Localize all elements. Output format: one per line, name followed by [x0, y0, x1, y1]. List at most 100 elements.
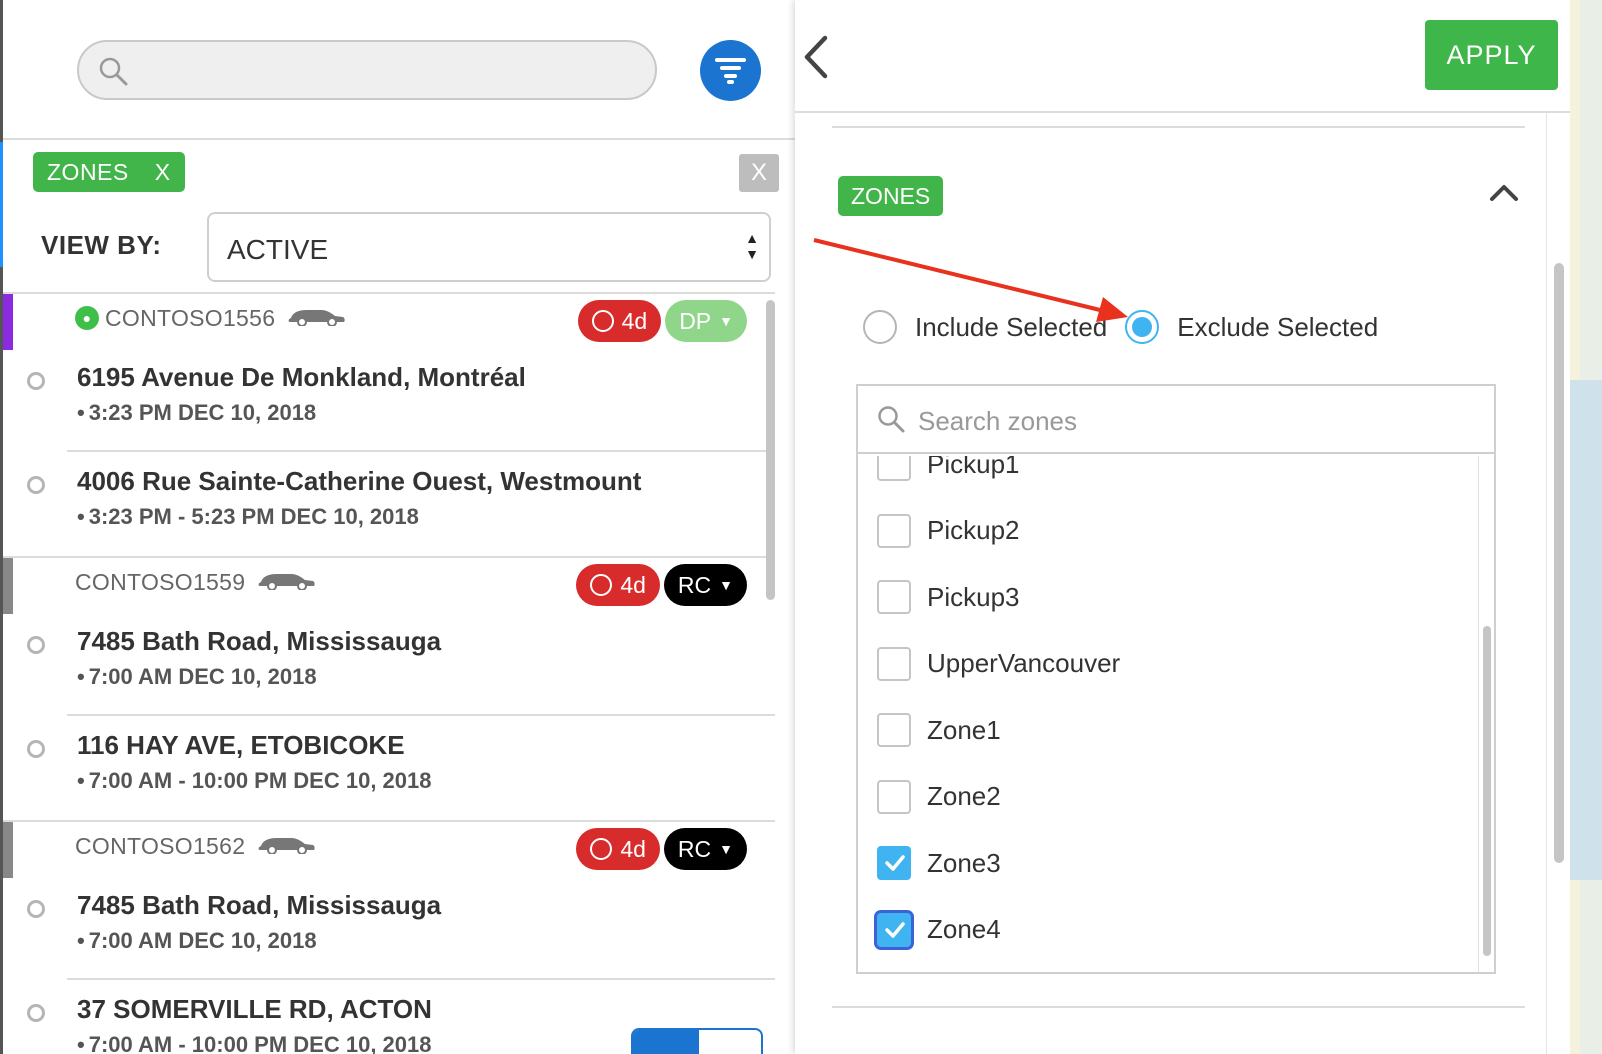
route-list: ● CONTOSO1556 4d DP ▼ 6195 Avenue De Monkland…	[3, 292, 775, 1054]
section-divider	[832, 1006, 1525, 1008]
zone-checkbox[interactable]	[877, 513, 911, 548]
zones-chip-label: ZONES	[47, 159, 129, 185]
zone-option[interactable]: Zone3	[877, 843, 1001, 883]
stop-time: 3:23 PM DEC 10, 2018	[77, 400, 316, 426]
stop-marker-icon[interactable]	[27, 636, 45, 654]
zone-option[interactable]: Zone2	[877, 777, 1001, 817]
zone-label: Zone3	[927, 847, 1001, 878]
zone-option[interactable]: Pickup2	[877, 511, 1020, 551]
zone-checkbox[interactable]	[877, 912, 911, 947]
zone-list: Pickup1 Pickup2 Pickup3 UpperVancouver Zone1…	[858, 456, 1478, 972]
zone-search-placeholder: Search zones	[918, 406, 1077, 436]
stop-address: 7485 Bath Road, Mississauga	[77, 626, 442, 656]
zone-option[interactable]: UpperVancouver	[877, 644, 1120, 684]
include-selected-label[interactable]: Include Selected	[915, 312, 1107, 343]
stop-address: 37 SOMERVILLE RD, ACTON	[77, 994, 432, 1024]
zone-label: Zone1	[927, 714, 1001, 745]
car-icon	[257, 832, 317, 860]
view-toggle[interactable]	[631, 1028, 763, 1054]
zone-checkbox[interactable]	[877, 713, 911, 747]
stop-marker-icon[interactable]	[27, 476, 45, 494]
route-group[interactable]: CONTOSO1562 4d RC ▼ 7485 Bath Road, Mississa…	[3, 822, 775, 1054]
location-pin-icon: ●	[75, 306, 99, 330]
route-color-bar	[3, 822, 13, 878]
panel-scrollbar[interactable]	[1546, 113, 1570, 1054]
select-arrows-icon: ▲ ▼	[745, 230, 759, 262]
stop-address: 4006 Rue Sainte-Catherine Ouest, Westmou…	[77, 466, 642, 496]
route-badges: 4d RC ▼	[576, 564, 747, 606]
route-title: ● CONTOSO1556	[75, 304, 347, 332]
caret-down-icon: ▼	[719, 313, 733, 329]
status-dropdown[interactable]: RC ▼	[663, 564, 747, 606]
filter-panel: APPLY ZONES Include Selected Exclude Sel…	[795, 0, 1570, 1054]
route-group[interactable]: ● CONTOSO1556 4d DP ▼ 6195 Avenue De Monkland…	[3, 294, 775, 558]
zone-list-scrollbar[interactable]	[1478, 456, 1494, 972]
zones-filter-chip[interactable]: ZONES X	[33, 152, 185, 192]
search-input[interactable]	[77, 40, 657, 100]
stop-marker-icon[interactable]	[27, 900, 45, 918]
route-color-bar	[3, 294, 13, 350]
age-badge-label: 4d	[620, 571, 646, 598]
route-group-header[interactable]: CONTOSO1559 4d RC ▼	[3, 558, 775, 614]
route-id: CONTOSO1562	[75, 832, 246, 859]
stop-address: 7485 Bath Road, Mississauga	[77, 890, 442, 920]
zone-checkbox[interactable]	[877, 846, 911, 880]
stop-marker-icon[interactable]	[27, 1004, 45, 1022]
zone-checkbox[interactable]	[877, 779, 911, 814]
zone-search-input[interactable]: Search zones	[858, 386, 1494, 454]
zone-checkbox[interactable]	[877, 580, 911, 614]
route-color-bar	[3, 558, 13, 614]
age-badge[interactable]: 4d	[577, 300, 662, 342]
list-scrollbar[interactable]	[766, 300, 775, 600]
route-id: CONTOSO1556	[105, 304, 276, 331]
route-group-header[interactable]: CONTOSO1562 4d RC ▼	[3, 822, 775, 878]
clock-icon	[591, 310, 614, 332]
status-dropdown[interactable]: RC ▼	[663, 828, 747, 870]
clear-filters-button[interactable]: X	[739, 154, 779, 192]
age-badge-label: 4d	[620, 835, 646, 862]
include-selected-radio[interactable]	[863, 310, 897, 344]
stop-address: 116 HAY AVE, ETOBICOKE	[77, 730, 405, 760]
zone-option[interactable]: Zone1	[877, 710, 1001, 750]
view-toggle-active[interactable]	[633, 1030, 699, 1054]
section-divider	[832, 126, 1525, 128]
zone-scroll-thumb[interactable]	[1483, 626, 1491, 956]
filter-button[interactable]	[700, 40, 761, 101]
stop-item[interactable]: 7485 Bath Road, Mississauga 7:00 AM DEC 1…	[3, 876, 775, 980]
exclude-selected-label[interactable]: Exclude Selected	[1177, 312, 1378, 343]
zone-label: Pickup2	[927, 515, 1020, 545]
stop-marker-icon[interactable]	[27, 740, 45, 758]
back-button[interactable]	[801, 34, 831, 85]
route-group-header[interactable]: ● CONTOSO1556 4d DP ▼	[3, 294, 775, 350]
route-title: CONTOSO1559	[75, 568, 317, 596]
collapse-section-button[interactable]	[1489, 182, 1519, 207]
age-badge[interactable]: 4d	[576, 828, 660, 870]
zone-option[interactable]: Zone4	[877, 910, 1001, 950]
clock-icon	[590, 574, 613, 596]
view-by-select[interactable]: ACTIVE ▲ ▼	[207, 212, 771, 282]
stop-time: 7:00 AM - 10:00 PM DEC 10, 2018	[77, 768, 432, 794]
route-list-panel: ZONES X X VIEW BY: ACTIVE ▲ ▼ ● CONTOSO1556…	[0, 0, 795, 1054]
list-header	[3, 0, 795, 140]
stop-item[interactable]: 7485 Bath Road, Mississauga 7:00 AM DEC 1…	[3, 612, 775, 716]
stop-marker-icon[interactable]	[27, 372, 45, 390]
panel-scroll-thumb[interactable]	[1554, 263, 1564, 863]
zone-option[interactable]: Pickup1	[877, 456, 1020, 484]
route-title: CONTOSO1562	[75, 832, 317, 860]
status-dropdown[interactable]: DP ▼	[665, 300, 747, 342]
apply-button[interactable]: APPLY	[1425, 20, 1558, 90]
zone-checkbox[interactable]	[877, 646, 911, 681]
zone-checkbox[interactable]	[877, 456, 911, 481]
stop-item[interactable]: 4006 Rue Sainte-Catherine Ouest, Westmou…	[3, 452, 775, 556]
exclude-selected-radio[interactable]	[1125, 310, 1160, 344]
search-icon	[876, 404, 906, 439]
route-group[interactable]: CONTOSO1559 4d RC ▼ 7485 Bath Road, Mississa…	[3, 558, 775, 822]
age-badge[interactable]: 4d	[576, 564, 660, 606]
map-water	[1570, 380, 1602, 880]
stop-item[interactable]: 6195 Avenue De Monkland, Montréal 3:23 PM…	[3, 348, 775, 452]
stop-item[interactable]: 116 HAY AVE, ETOBICOKE 7:00 AM - 10:00 PM…	[3, 716, 775, 820]
stop-address: 6195 Avenue De Monkland, Montréal	[77, 362, 526, 392]
map-edge[interactable]	[1570, 0, 1602, 1054]
zone-option[interactable]: Pickup3	[877, 577, 1020, 617]
remove-chip-button[interactable]: X	[155, 159, 171, 185]
